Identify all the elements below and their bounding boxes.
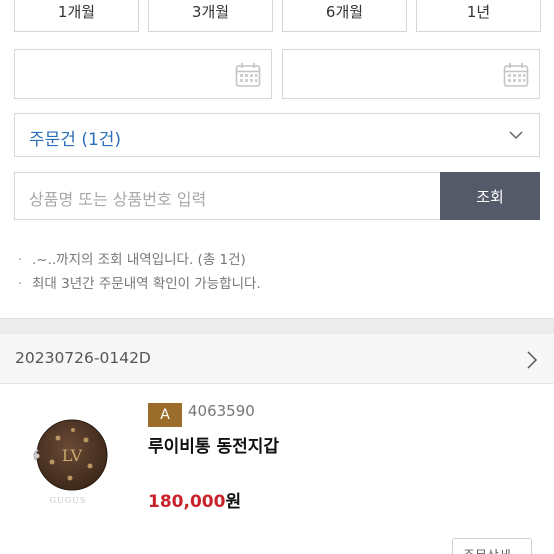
- notice-text: 최대 3년간 주문내역 확인이 가능합니다.: [32, 276, 261, 292]
- period-3month-button[interactable]: 3개월: [148, 0, 273, 32]
- order-detail-button[interactable]: 주문상세: [452, 538, 532, 554]
- grade-badge: A: [148, 403, 182, 427]
- start-date-input[interactable]: [14, 49, 272, 99]
- product-price: 180,000원: [148, 487, 241, 512]
- period-1month-button[interactable]: 1개월: [14, 0, 139, 32]
- calendar-icon[interactable]: [235, 62, 261, 88]
- section-divider: [0, 318, 554, 334]
- product-image[interactable]: LV GUGUS: [28, 410, 108, 506]
- svg-text:LV: LV: [62, 446, 83, 465]
- search-input[interactable]: 상품명 또는 상품번호 입력: [14, 172, 440, 220]
- order-filter-value: 주문건 (1건): [29, 130, 122, 150]
- chevron-down-icon: [509, 131, 523, 140]
- period-6month-button[interactable]: 6개월: [282, 0, 407, 32]
- search-placeholder: 상품명 또는 상품번호 입력: [29, 190, 207, 209]
- calendar-icon[interactable]: [503, 62, 529, 88]
- period-1year-button[interactable]: 1년: [416, 0, 541, 32]
- notice-list: · .~..까지의 조회 내역입니다. (총 1건) · 최대 3년간 주문내역 확…: [18, 248, 261, 296]
- notice-text: .~..까지의 조회 내역입니다. (총 1건): [32, 252, 246, 268]
- chevron-right-icon[interactable]: [526, 350, 538, 370]
- price-unit: 원: [225, 492, 242, 512]
- svg-text:GUGUS: GUGUS: [50, 496, 87, 505]
- order-number: 20230726-0142D: [15, 349, 151, 367]
- period-button-row: 1개월 3개월 6개월 1년: [14, 0, 554, 32]
- notice-item: · 최대 3년간 주문내역 확인이 가능합니다.: [18, 276, 261, 292]
- order-filter-select[interactable]: 주문건 (1건): [14, 113, 540, 157]
- price-value: 180,000: [148, 492, 226, 512]
- search-button[interactable]: 조회: [440, 172, 540, 220]
- product-name[interactable]: 루이비통 동전지갑: [148, 432, 279, 457]
- notice-item: · .~..까지의 조회 내역입니다. (총 1건): [18, 252, 246, 268]
- order-header[interactable]: 20230726-0142D: [0, 334, 554, 384]
- end-date-input[interactable]: [282, 49, 540, 99]
- product-code: 4063590: [188, 402, 255, 420]
